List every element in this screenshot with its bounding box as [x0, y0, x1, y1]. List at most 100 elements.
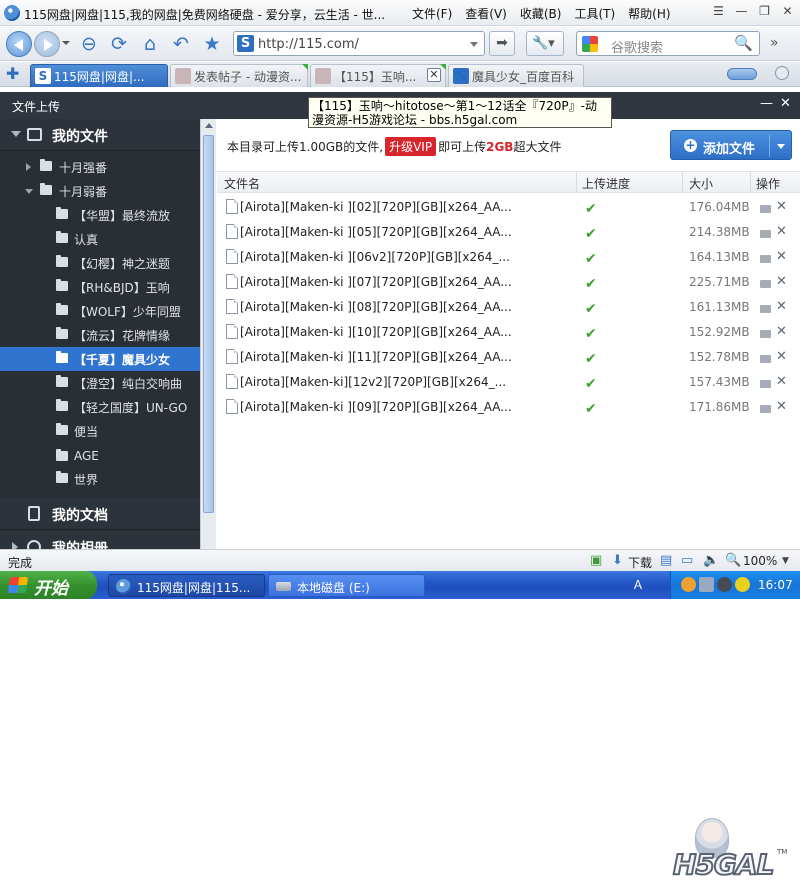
- remove-icon[interactable]: ✕: [776, 199, 787, 214]
- remove-icon[interactable]: ✕: [776, 249, 787, 264]
- search-placeholder[interactable]: 谷歌搜索: [611, 37, 663, 56]
- open-folder-icon[interactable]: [760, 255, 771, 263]
- scroll-up-icon[interactable]: [205, 123, 213, 128]
- menu-help[interactable]: 帮助(H): [628, 5, 670, 22]
- menu-favorites[interactable]: 收藏(B): [520, 5, 562, 22]
- sidebar-item-world[interactable]: 世界: [0, 467, 200, 491]
- section-my-files[interactable]: 我的文件: [0, 119, 200, 151]
- open-folder-icon[interactable]: [760, 380, 771, 388]
- stop-icon[interactable]: ⊖: [78, 33, 100, 55]
- section-my-documents[interactable]: 我的文档: [0, 498, 200, 530]
- address-dropdown-icon[interactable]: [470, 42, 478, 47]
- sidebar-item-white-album[interactable]: 【澄空】纯白交响曲: [0, 371, 200, 395]
- collapse-arrow-icon[interactable]: [11, 131, 21, 137]
- tab-115-netdisk[interactable]: S 115网盘|网盘|...: [30, 64, 168, 87]
- sidebar-item-phi-brain[interactable]: 【幻樱】神之迷题: [0, 251, 200, 275]
- download-arrow-icon[interactable]: ⬇: [612, 553, 623, 568]
- open-folder-icon[interactable]: [760, 280, 771, 288]
- home-icon[interactable]: ⌂: [139, 33, 161, 55]
- sidebar-item-serious[interactable]: 认真: [0, 227, 200, 251]
- sidebar-item-tamayura[interactable]: 【RH&BJD】玉响: [0, 275, 200, 299]
- menu-tools[interactable]: 工具(T): [574, 5, 615, 22]
- forward-button[interactable]: [34, 31, 60, 57]
- tray-shield-icon[interactable]: [735, 577, 750, 592]
- minimize-panel-icon[interactable]: —: [760, 96, 773, 111]
- sidebar-item-october-strong[interactable]: 十月强番: [0, 155, 200, 179]
- history-dropdown-icon[interactable]: [62, 41, 70, 45]
- minimize-icon[interactable]: —: [733, 4, 750, 20]
- expand-arrow-icon[interactable]: [26, 163, 31, 171]
- sidebar-item-guilty-crown[interactable]: 【华盟】最终流放: [0, 203, 200, 227]
- restore-icon[interactable]: ❐: [756, 4, 773, 20]
- open-folder-icon[interactable]: [760, 230, 771, 238]
- open-folder-icon[interactable]: [760, 330, 771, 338]
- tray-sound-icon[interactable]: [717, 577, 732, 592]
- menu-view[interactable]: 查看(V): [465, 5, 507, 22]
- expand-arrow-icon[interactable]: [12, 542, 18, 549]
- sidebar-item-un-go[interactable]: 【轻之国度】UN-GO: [0, 395, 200, 419]
- sidebar-item-bento[interactable]: 便当: [0, 419, 200, 443]
- window-menu-icon[interactable]: ☰: [710, 4, 727, 20]
- upgrade-vip-button[interactable]: 升级VIP: [385, 137, 437, 156]
- sidebar-item-chihayafuru[interactable]: 【流云】花牌情缘: [0, 323, 200, 347]
- sidebar-item-october-weak[interactable]: 十月弱番: [0, 179, 200, 203]
- scrollbar-thumb[interactable]: [203, 135, 214, 513]
- open-folder-icon[interactable]: [760, 205, 771, 213]
- sidebar-item-boys-league[interactable]: 【WOLF】少年同盟: [0, 299, 200, 323]
- refresh-icon[interactable]: ⟳: [108, 33, 130, 55]
- remove-icon[interactable]: ✕: [776, 374, 787, 389]
- tab-scroll-icon[interactable]: [727, 68, 757, 80]
- volume-icon[interactable]: 🔈: [703, 553, 719, 568]
- remove-icon[interactable]: ✕: [776, 274, 787, 289]
- tab-baidu-baike[interactable]: 🐾 魔具少女_百度百科: [448, 64, 584, 87]
- open-folder-icon[interactable]: [760, 305, 771, 313]
- input-method-indicator[interactable]: Ａ: [632, 576, 652, 594]
- collapse-arrow-icon[interactable]: [25, 189, 33, 194]
- search-icon[interactable]: 🔍: [734, 34, 753, 52]
- zoom-icon[interactable]: 🔍: [725, 553, 741, 568]
- close-panel-icon[interactable]: ✕: [780, 96, 791, 111]
- upload-list-panel: 本目录可上传1.00GB的文件, 升级VIP 即可上传2GB超大文件 + 添加文件 …: [217, 119, 800, 549]
- address-bar[interactable]: S http://115.com/: [233, 31, 485, 56]
- zoom-level[interactable]: 100%: [743, 554, 777, 568]
- favorites-star-icon[interactable]: ★: [201, 33, 223, 55]
- taskbar-item-local-disk[interactable]: 本地磁盘 (E:): [268, 574, 425, 597]
- remove-icon[interactable]: ✕: [776, 299, 787, 314]
- remove-icon[interactable]: ✕: [776, 324, 787, 339]
- screen-icon[interactable]: ▭: [681, 553, 693, 568]
- add-options-dropdown-icon[interactable]: [777, 144, 785, 149]
- remove-icon[interactable]: ✕: [776, 349, 787, 364]
- network-icon[interactable]: ▣: [590, 553, 602, 568]
- tab-tamayura[interactable]: 【115】玉响... ✕: [310, 64, 446, 87]
- go-button[interactable]: ➡: [489, 31, 515, 56]
- taskbar-item-browser[interactable]: 115网盘|网盘|115...: [108, 574, 265, 597]
- start-button[interactable]: 开始: [0, 571, 97, 599]
- new-tab-icon[interactable]: ✚: [6, 64, 19, 83]
- sidebar-item-maken-ki[interactable]: 【千夏】魔具少女: [0, 347, 200, 371]
- tools-wrench-button[interactable]: 🔧▾: [526, 31, 564, 56]
- remove-icon[interactable]: ✕: [776, 224, 787, 239]
- sidebar-scrollbar[interactable]: [200, 119, 216, 549]
- sidebar-item-age[interactable]: AGE: [0, 445, 200, 469]
- download-button[interactable]: 下载: [628, 554, 652, 571]
- menu-file[interactable]: 文件(F): [412, 5, 452, 22]
- clipboard-icon[interactable]: ▤: [660, 553, 672, 568]
- close-window-icon[interactable]: ✕: [779, 4, 796, 20]
- add-file-button[interactable]: + 添加文件: [670, 130, 792, 160]
- tab-post-thread[interactable]: 发表帖子 - 动漫资...: [170, 64, 308, 87]
- open-folder-icon[interactable]: [760, 405, 771, 413]
- section-my-album[interactable]: 我的相册: [0, 531, 200, 549]
- remove-icon[interactable]: ✕: [776, 399, 787, 414]
- more-chevron-icon[interactable]: »: [770, 35, 779, 51]
- zoom-dropdown-icon[interactable]: ▼: [782, 556, 789, 566]
- undo-close-icon[interactable]: ↶: [170, 33, 192, 55]
- tray-app-icon[interactable]: [681, 577, 696, 592]
- tray-network-icon[interactable]: [699, 577, 714, 592]
- address-url[interactable]: http://115.com/: [258, 37, 359, 52]
- tab-menu-icon[interactable]: [775, 66, 789, 80]
- navigation-bar: ⊖ ⟳ ⌂ ↶ ★ S http://115.com/ ➡ 🔧▾ 谷歌搜索 🔍 …: [0, 27, 800, 61]
- back-button[interactable]: [6, 31, 32, 57]
- open-folder-icon[interactable]: [760, 355, 771, 363]
- search-box[interactable]: 谷歌搜索 🔍: [576, 31, 760, 56]
- tab-close-icon[interactable]: ✕: [427, 68, 441, 82]
